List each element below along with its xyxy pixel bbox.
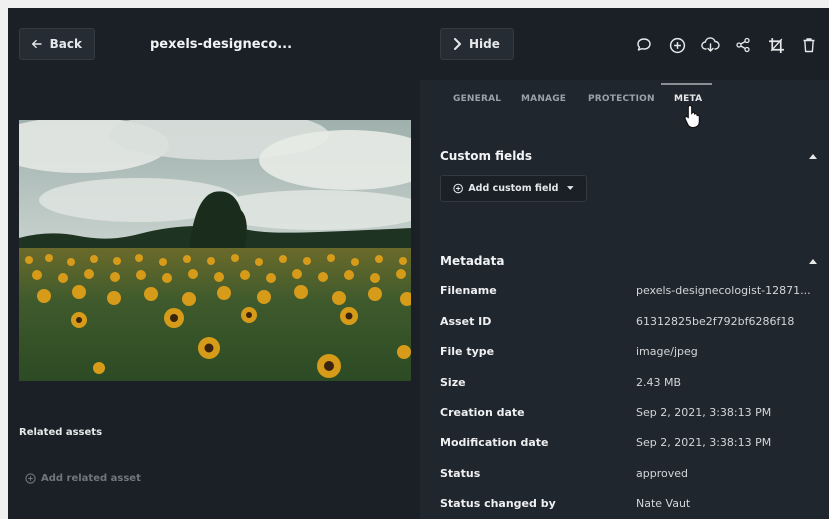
asset-toolbar [633, 35, 820, 55]
active-tab-indicator [661, 83, 712, 85]
tab-manage[interactable]: MANAGE [521, 94, 566, 104]
metadata-row: Creation date Sep 2, 2021, 3:38:13 PM [440, 406, 825, 426]
hide-button[interactable]: Hide [440, 28, 514, 60]
plus-circle-icon [453, 183, 463, 194]
tab-protection[interactable]: PROTECTION [588, 94, 655, 104]
metadata-row: Size 2.43 MB [440, 376, 825, 396]
metadata-row: Asset ID 61312825be2f792bf6286f18 [440, 315, 825, 335]
metadata-value: image/jpeg [636, 345, 698, 358]
metadata-value: pexels-designecologist-12871... [636, 284, 811, 297]
sunflower-field-photo [19, 120, 411, 381]
metadata-row: Status changed by Nate Vaut [440, 497, 825, 517]
back-label: Back [49, 37, 82, 51]
metadata-key: Creation date [440, 406, 525, 419]
metadata-title: Metadata [440, 254, 505, 268]
collapse-custom-fields-icon[interactable] [809, 154, 817, 159]
cloud-download-icon[interactable] [699, 35, 721, 55]
metadata-key: Size [440, 376, 466, 389]
caret-down-icon [567, 186, 574, 190]
chevron-right-icon [454, 38, 461, 50]
add-custom-field-button[interactable]: Add custom field [440, 175, 587, 202]
custom-fields-title: Custom fields [440, 149, 533, 163]
preview-pane: Back pexels-designeco... Related assets … [8, 8, 420, 519]
metadata-row: Status approved [440, 467, 825, 487]
back-button[interactable]: Back [19, 28, 95, 60]
metadata-key: Status changed by [440, 497, 556, 510]
hand-pointer-cursor [684, 104, 700, 128]
tab-meta[interactable]: META [674, 94, 702, 104]
add-related-asset-label: Add related asset [41, 473, 141, 484]
share-icon[interactable] [732, 35, 754, 55]
metadata-value: approved [636, 467, 688, 480]
add-circle-icon[interactable] [666, 35, 688, 55]
plus-circle-icon [25, 473, 36, 484]
metadata-value: 61312825be2f792bf6286f18 [636, 315, 795, 328]
trash-icon[interactable] [798, 35, 820, 55]
asset-preview-image[interactable] [19, 120, 411, 381]
metadata-key: File type [440, 345, 495, 358]
metadata-row: Modification date Sep 2, 2021, 3:38:13 P… [440, 436, 825, 456]
metadata-key: Asset ID [440, 315, 492, 328]
metadata-value: Sep 2, 2021, 3:38:13 PM [636, 436, 772, 449]
file-title: pexels-designeco... [150, 37, 293, 52]
hide-label: Hide [469, 37, 500, 51]
metadata-key: Modification date [440, 436, 549, 449]
add-custom-field-label: Add custom field [468, 183, 559, 194]
add-related-asset-button[interactable]: Add related asset [25, 473, 141, 484]
tab-general[interactable]: GENERAL [453, 94, 501, 104]
metadata-value: Sep 2, 2021, 3:38:13 PM [636, 406, 772, 419]
metadata-row: File type image/jpeg [440, 345, 825, 365]
details-header: Hide [420, 8, 829, 80]
metadata-value: 2.43 MB [636, 376, 682, 389]
collapse-metadata-icon[interactable] [809, 259, 817, 264]
details-pane: Hide GENERAL MANAGE PROTECTION META Cust… [420, 8, 829, 519]
comment-icon[interactable] [633, 35, 655, 55]
related-assets-label: Related assets [19, 427, 103, 438]
asset-detail-window: Back pexels-designeco... Related assets … [8, 8, 829, 519]
detail-tabs: GENERAL MANAGE PROTECTION META [420, 80, 829, 116]
metadata-row: Filename pexels-designecologist-12871... [440, 284, 825, 304]
metadata-key: Status [440, 467, 481, 480]
metadata-value: Nate Vaut [636, 497, 691, 510]
metadata-key: Filename [440, 284, 497, 297]
crop-icon[interactable] [765, 35, 787, 55]
arrow-left-icon [32, 39, 42, 49]
